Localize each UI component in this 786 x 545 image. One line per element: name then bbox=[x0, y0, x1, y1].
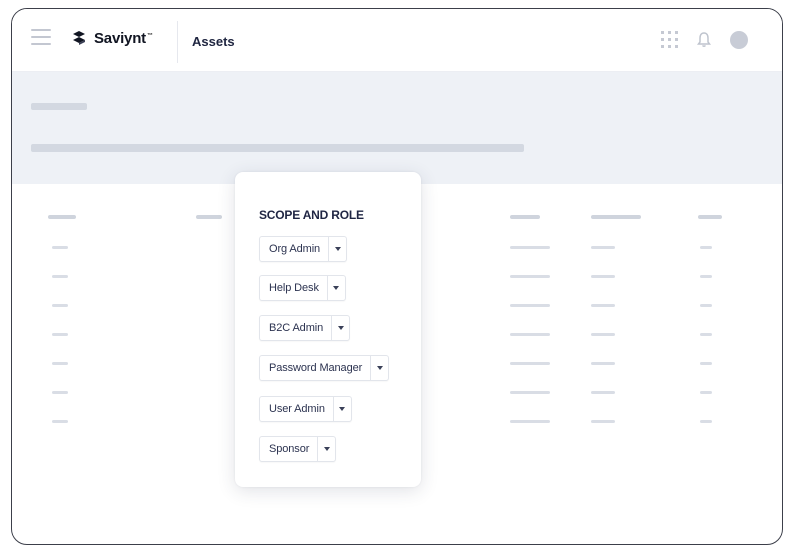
table-header-cell bbox=[48, 215, 76, 219]
role-select-b2c-admin[interactable]: B2C Admin bbox=[259, 315, 351, 341]
popover-title: SCOPE AND ROLE bbox=[259, 208, 364, 222]
scope-and-role-popover: SCOPE AND ROLE Org Admin Help Desk B2C A… bbox=[235, 172, 421, 487]
saviynt-logo-icon bbox=[73, 31, 85, 45]
role-label: Org Admin bbox=[269, 243, 321, 255]
role-label: Help Desk bbox=[269, 282, 319, 294]
menu-icon[interactable] bbox=[31, 29, 51, 46]
placeholder-subheading bbox=[31, 144, 524, 152]
page-banner bbox=[12, 72, 782, 184]
role-label: User Admin bbox=[269, 403, 325, 415]
header-divider bbox=[177, 21, 178, 63]
page-title: Assets bbox=[192, 34, 235, 49]
caret-down-icon[interactable] bbox=[328, 237, 346, 261]
brand-name: Saviynt™ bbox=[94, 29, 153, 47]
app-window: Saviynt™ Assets SCOPE AND ROLE Org Admin… bbox=[11, 8, 783, 545]
avatar[interactable] bbox=[730, 31, 748, 49]
caret-down-icon[interactable] bbox=[331, 316, 349, 340]
apps-grid-icon[interactable] bbox=[661, 31, 678, 48]
caret-down-icon[interactable] bbox=[332, 397, 351, 421]
bell-icon[interactable] bbox=[696, 31, 712, 48]
role-select-org-admin[interactable]: Org Admin bbox=[259, 236, 348, 262]
table-header-cell bbox=[510, 215, 540, 219]
brand-logo[interactable]: Saviynt™ bbox=[70, 27, 153, 49]
table-header-cell bbox=[698, 215, 722, 219]
table-header-cell bbox=[196, 215, 222, 219]
role-label: Password Manager bbox=[269, 362, 363, 374]
table-header-cell bbox=[591, 215, 641, 219]
top-header: Saviynt™ Assets bbox=[12, 9, 782, 72]
role-select-help-desk[interactable]: Help Desk bbox=[259, 275, 346, 301]
caret-down-icon[interactable] bbox=[317, 437, 335, 461]
role-label: B2C Admin bbox=[269, 322, 324, 334]
role-label: Sponsor bbox=[269, 443, 310, 455]
role-select-sponsor[interactable]: Sponsor bbox=[259, 436, 337, 462]
role-select-user-admin[interactable]: User Admin bbox=[259, 396, 352, 422]
caret-down-icon[interactable] bbox=[370, 356, 388, 380]
role-select-password-manager[interactable]: Password Manager bbox=[259, 355, 390, 381]
caret-down-icon[interactable] bbox=[326, 276, 345, 300]
placeholder-heading bbox=[31, 103, 87, 110]
